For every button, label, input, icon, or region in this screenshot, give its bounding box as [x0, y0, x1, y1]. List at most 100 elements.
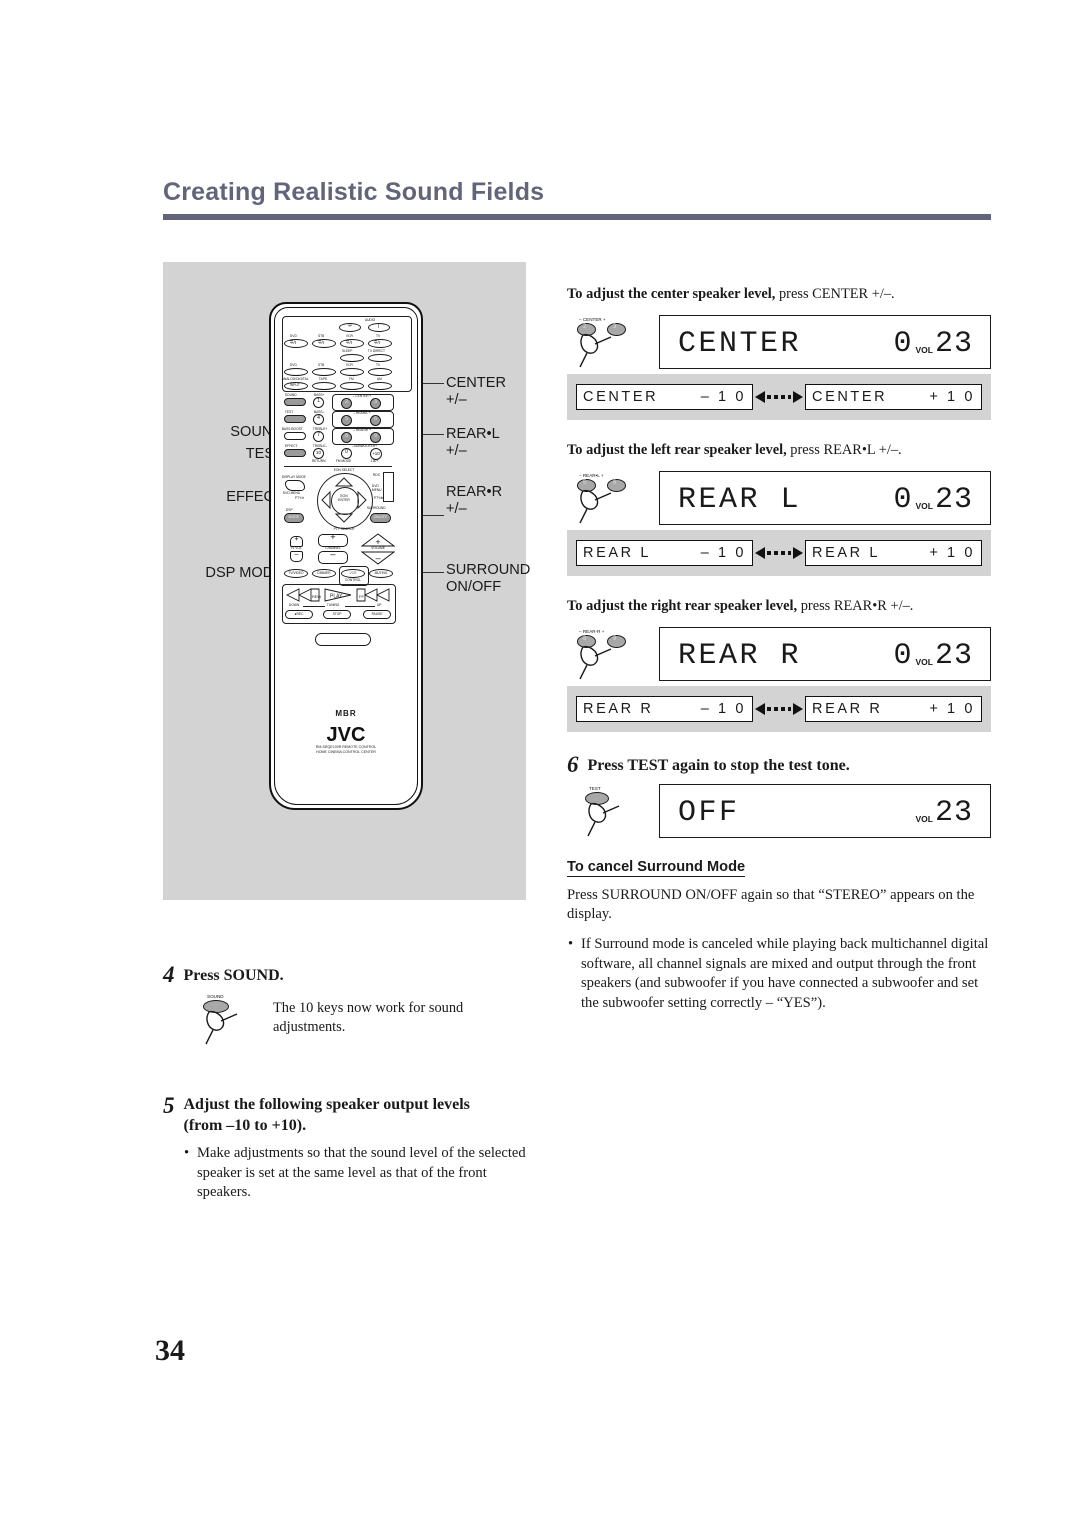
tv-source-button[interactable] — [368, 368, 392, 376]
rear-r-lcd: REAR R 0 VOL 23 — [659, 627, 991, 681]
pointing-hand-icon — [205, 1010, 238, 1045]
rear-r-range-max-value: + 1 0 — [929, 701, 975, 717]
center-range-max: CENTER + 1 0 — [805, 384, 982, 410]
rec-label: ●REC — [294, 611, 304, 616]
vcr-power-button[interactable] — [340, 339, 364, 348]
key-8-label: 8 — [345, 432, 348, 440]
sleep-button[interactable] — [340, 354, 364, 362]
double-arrow-icon — [755, 547, 803, 559]
fm-button[interactable] — [340, 382, 364, 390]
display-mode-button[interactable] — [285, 480, 305, 491]
center-range-max-value: + 1 0 — [929, 389, 975, 405]
rear-l-range-min: REAR L – 1 0 — [576, 540, 753, 566]
am-button[interactable] — [368, 382, 392, 390]
rear-r-range-min-value: – 1 0 — [700, 701, 746, 717]
rear-r-adjust-block: To adjust the right rear speaker level, … — [567, 597, 991, 732]
cancel-surround-bullets: If Surround mode is canceled while playi… — [567, 935, 991, 1013]
rear-l-lead: To adjust the left rear speaker level, p… — [567, 442, 902, 458]
fm-mode-label: FM MODE — [335, 458, 352, 464]
rear-l-lcd-vol: 23 — [934, 483, 973, 517]
step-6-lcd-right: VOL 23 — [913, 796, 974, 830]
rear-l-range-max: REAR L + 1 0 — [805, 540, 982, 566]
rear-r-minus-digit: 8 — [583, 636, 587, 642]
vcr-label: VCR — [349, 570, 357, 575]
center-key-hint: – CENTER + 2 3 — [567, 317, 655, 369]
tv-power-button[interactable] — [368, 339, 392, 348]
rear-l-range-min-name: REAR L — [583, 545, 651, 561]
center-minus-digit: 2 — [583, 324, 587, 330]
vcr-source-button[interactable] — [340, 368, 364, 376]
tape-button[interactable] — [312, 382, 336, 390]
rear-r-display-row: – REAR-R + 8 9 REAR R 0 VOL 23 — [567, 627, 991, 684]
center-lcd-vol-word: VOL — [915, 345, 933, 355]
pty-minus-label: PTY⊖ — [294, 495, 304, 501]
rear-l-lcd-right: 0 VOL 23 — [893, 483, 973, 517]
callout-test: TEST — [245, 446, 283, 462]
rear-r-lcd-right: 0 VOL 23 — [893, 639, 973, 673]
dvd-power-icon: ⎑/I — [289, 339, 296, 346]
rds-label: RDS — [372, 472, 380, 478]
dimmer-label: DIMMER — [317, 570, 331, 575]
stb-power-button[interactable] — [312, 339, 336, 348]
effect-button[interactable] — [284, 449, 306, 457]
callout-effect: EFFECT — [226, 489, 283, 505]
key-2-label: 2 — [345, 398, 348, 406]
rear-l-range-band: REAR L – 1 0 REAR L + 1 0 — [567, 530, 991, 576]
cancel-surround-para: Press SURROUND ON/OFF again so that “STE… — [567, 887, 975, 922]
nav-arrows[interactable] — [317, 473, 371, 527]
tv-direct-button[interactable] — [368, 354, 392, 362]
dvd-power-button[interactable] — [284, 339, 308, 348]
center-plus-digit: 3 — [613, 324, 617, 330]
transport-buttons[interactable]: REW PLAY FF — [285, 587, 391, 603]
volume-rocker[interactable]: + – — [361, 533, 395, 565]
rear-r-range-min-name: REAR R — [583, 701, 654, 717]
double-arrow-icon — [755, 391, 803, 403]
sound-button[interactable] — [284, 398, 306, 406]
step-6-text: Press TEST again to stop the test tone. — [587, 757, 850, 774]
left-column: 4 Press SOUND. SOUND The 10 keys now wor… — [163, 963, 529, 1203]
callout-center: CENTER +/– — [446, 375, 506, 408]
rear-l-range-arrow — [753, 540, 805, 566]
vcr-power-icon: ⎑/I — [345, 339, 352, 346]
test-button[interactable] — [284, 415, 306, 423]
step-6-display-row: TEST OFF VOL 23 — [567, 784, 991, 841]
key-4-label: 4 — [317, 414, 320, 422]
step-5-bullets: Make adjustments so that the sound level… — [183, 1144, 529, 1203]
stb-source-button[interactable] — [312, 368, 336, 376]
pointing-hand-icon — [579, 489, 612, 524]
bass-boost-button[interactable] — [284, 432, 306, 440]
tv-video-label: TV/VIDEO — [288, 570, 304, 575]
key-3-label: 3 — [374, 398, 377, 406]
power-icon: ⎑ — [347, 322, 352, 330]
rear-l-key-hint: – REAR•L + 5 6 — [567, 473, 655, 525]
callout-sound: SOUND — [230, 424, 283, 440]
rear-r-lcd-level: 0 — [893, 639, 913, 673]
page-header: Creating Realistic Sound Fields — [163, 178, 991, 220]
dvd-source-button[interactable] — [284, 368, 308, 376]
rear-r-lcd-name: REAR R — [678, 639, 802, 673]
keypad-divider — [284, 466, 392, 467]
rear-r-range-band: REAR R – 1 0 REAR R + 1 0 — [567, 686, 991, 732]
pty-search-label: PTY SEARCH — [333, 526, 355, 532]
rear-r-lcd-vol-word: VOL — [915, 657, 933, 667]
rear-l-lcd-name: REAR L — [678, 483, 802, 517]
rear-l-key-grouplabel: – REAR•L + — [579, 473, 604, 478]
rear-r-lcd-vol: 23 — [934, 639, 973, 673]
key-plus10-label: +10 — [372, 450, 380, 456]
key-9-label: 9 — [374, 432, 377, 440]
step-6-lcd-vol: 23 — [934, 796, 973, 830]
bottom-oval-button[interactable] — [315, 633, 371, 646]
step-6: 6 Press TEST again to stop the test tone… — [567, 753, 991, 776]
svg-text:–: – — [375, 553, 380, 563]
rds-dvd-switch[interactable] — [383, 472, 394, 502]
center-adjust-block: To adjust the center speaker level, pres… — [567, 285, 991, 420]
plus-icon-tvvol: + — [294, 535, 299, 544]
svg-text:REW: REW — [312, 594, 322, 599]
callout-rear-l: REAR•L +/– — [446, 426, 500, 459]
tv-direct-label: TV DIRECT — [367, 348, 385, 354]
pointing-hand-icon — [587, 802, 620, 837]
tuning-rule-left — [303, 605, 325, 607]
rear-r-plus-digit: 9 — [613, 636, 617, 642]
svg-text:+: + — [375, 537, 380, 547]
standby-icon: | — [377, 322, 380, 330]
